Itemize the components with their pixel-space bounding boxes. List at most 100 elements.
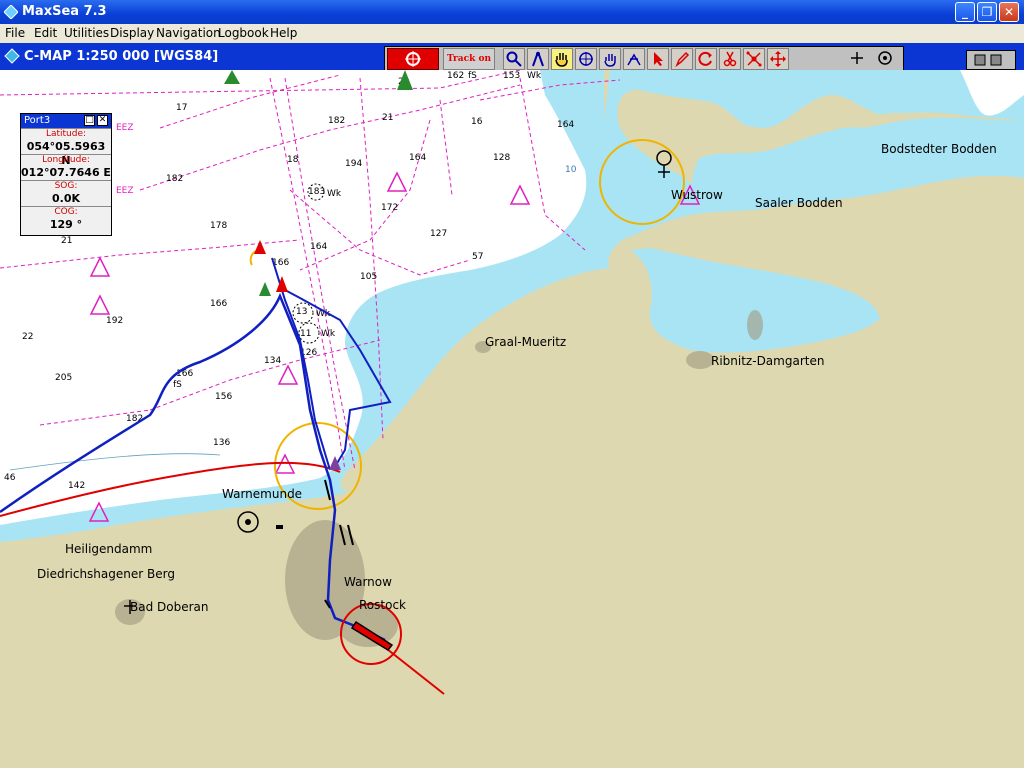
target-tool-button[interactable] xyxy=(875,48,897,70)
port-panel-title: Port3 xyxy=(24,115,51,126)
sog-readout: SOG: 0.0K xyxy=(21,180,111,206)
title-bar: MaxSea 7.3 _ ❐ ✕ xyxy=(0,0,1024,24)
port-panel-close-button[interactable]: ✕ xyxy=(97,115,108,126)
sounding: 182 xyxy=(328,116,345,126)
longitude-label: Longitude: xyxy=(42,155,90,165)
label-rostock: Rostock xyxy=(359,598,406,612)
close-icon: ✕ xyxy=(1003,5,1015,19)
crosshair-icon xyxy=(579,52,593,66)
sounding: 205 xyxy=(55,373,72,383)
menu-help[interactable]: Help xyxy=(270,26,297,40)
sounding: 21 xyxy=(382,113,393,123)
pencil-icon xyxy=(675,51,690,67)
menu-utilities[interactable]: Utilities xyxy=(64,26,109,40)
menu-display[interactable]: Display xyxy=(110,26,154,40)
menu-navigation[interactable]: Navigation xyxy=(156,26,221,40)
latitude-label: Latitude: xyxy=(45,129,87,139)
longitude-value: 012°07.7646 E xyxy=(21,166,111,179)
sounding: 182 xyxy=(166,174,183,184)
longitude-readout: Longitude: 012°07.7646 E xyxy=(21,154,111,180)
label-graal-mueritz: Graal-Mueritz xyxy=(485,335,566,349)
compass-button[interactable] xyxy=(527,48,549,70)
port-panel-maximize-button[interactable]: □ xyxy=(84,115,95,126)
close-icon: ✕ xyxy=(98,115,107,125)
sounding: 194 xyxy=(345,159,362,169)
wreck-label: Wk xyxy=(527,71,542,81)
hand-button[interactable] xyxy=(551,48,573,70)
sounding: 46 xyxy=(4,473,16,483)
window-title: MaxSea 7.3 xyxy=(22,4,107,19)
restore-button[interactable]: ❐ xyxy=(977,2,997,22)
eez-label: EEZ xyxy=(116,186,134,196)
menu-logbook[interactable]: Logbook xyxy=(218,26,269,40)
sounding: 142 xyxy=(68,481,85,491)
sounding: 13 xyxy=(296,307,307,317)
route-icon xyxy=(746,51,762,67)
scissors-icon xyxy=(723,51,737,67)
label-bodstedter-bodden: Bodstedter Bodden xyxy=(881,142,997,156)
pencil-button[interactable] xyxy=(671,48,693,70)
plus-button[interactable] xyxy=(847,48,869,70)
sounding: 11 xyxy=(300,329,311,339)
cog-label: COG: xyxy=(54,207,78,217)
chart-title: C-MAP 1:250 000 [WGS84] xyxy=(24,49,219,64)
wreck-label: Wk xyxy=(321,329,336,339)
sounding: 156 xyxy=(215,392,232,402)
sounding: 22 xyxy=(22,332,33,342)
latitude-readout: Latitude: 054°05.5963 N xyxy=(21,128,111,167)
zoom-button[interactable] xyxy=(503,48,525,70)
sounding: 162 xyxy=(447,71,464,81)
target-button[interactable] xyxy=(387,48,439,70)
sounding: 178 xyxy=(210,221,227,231)
zoom-icon xyxy=(506,51,522,67)
target-icon xyxy=(878,51,892,65)
measure-button[interactable] xyxy=(623,48,645,70)
fs-label: fS xyxy=(173,380,182,390)
label-heiligendamm: Heiligendamm xyxy=(65,542,152,556)
port-instrument-panel[interactable]: Port3 □ ✕ Latitude: 054°05.5963 N Longit… xyxy=(20,113,112,236)
rotate-icon xyxy=(698,51,712,66)
cursor-icon xyxy=(654,52,663,66)
sounding: 136 xyxy=(213,438,230,448)
wreck-label: Wk xyxy=(327,189,342,199)
grab-icon xyxy=(604,54,616,67)
move-icon xyxy=(770,51,786,67)
sounding: 17 xyxy=(176,103,187,113)
sounding: 18 xyxy=(287,155,299,165)
menu-file[interactable]: File xyxy=(5,26,25,40)
menu-edit[interactable]: Edit xyxy=(34,26,57,40)
sounding: 183 xyxy=(308,187,325,197)
crosshair-button[interactable] xyxy=(575,48,597,70)
app-icon xyxy=(4,5,18,19)
scissors-button[interactable] xyxy=(719,48,741,70)
minimize-icon: _ xyxy=(962,5,968,19)
eez-label: EEZ xyxy=(116,123,134,133)
cog-value: 129 ° xyxy=(49,218,83,231)
label-saaler-bodden: Saaler Bodden xyxy=(755,196,843,210)
restore-icon: ❐ xyxy=(981,5,993,19)
sounding: 166 xyxy=(210,299,227,309)
sounding: 127 xyxy=(430,229,447,239)
sounding: 166 xyxy=(176,369,193,379)
port-panel-header[interactable]: Port3 □ ✕ xyxy=(21,114,111,128)
sounding: 134 xyxy=(264,356,281,366)
menu-bar: File Edit Utilities Display Navigation L… xyxy=(0,24,1024,43)
label-diedrichshagener-berg: Diedrichshagener Berg xyxy=(37,567,175,581)
sounding: 192 xyxy=(106,316,123,326)
close-button[interactable]: ✕ xyxy=(999,2,1019,22)
move-button[interactable] xyxy=(767,48,789,70)
minimize-button[interactable]: _ xyxy=(955,2,975,22)
grab-button[interactable] xyxy=(599,48,621,70)
label-ribnitz-damgarten: Ribnitz-Damgarten xyxy=(711,354,824,368)
cursor-button[interactable] xyxy=(647,48,669,70)
nautical-chart[interactable]: 17 182 21 16 164 18 194 128 164 182 172 … xyxy=(0,70,1024,768)
label-warnemunde: Warnemunde xyxy=(222,487,302,501)
rotate-button[interactable] xyxy=(695,48,717,70)
track-on-button[interactable]: Track on xyxy=(443,48,495,70)
sounding: 128 xyxy=(493,153,510,163)
sog-label: SOG: xyxy=(54,181,78,191)
toolbar-window-switch[interactable] xyxy=(966,50,1016,70)
route-button[interactable] xyxy=(743,48,765,70)
plus-icon xyxy=(851,52,863,64)
label-bad-doberan: Bad Doberan xyxy=(130,600,209,614)
